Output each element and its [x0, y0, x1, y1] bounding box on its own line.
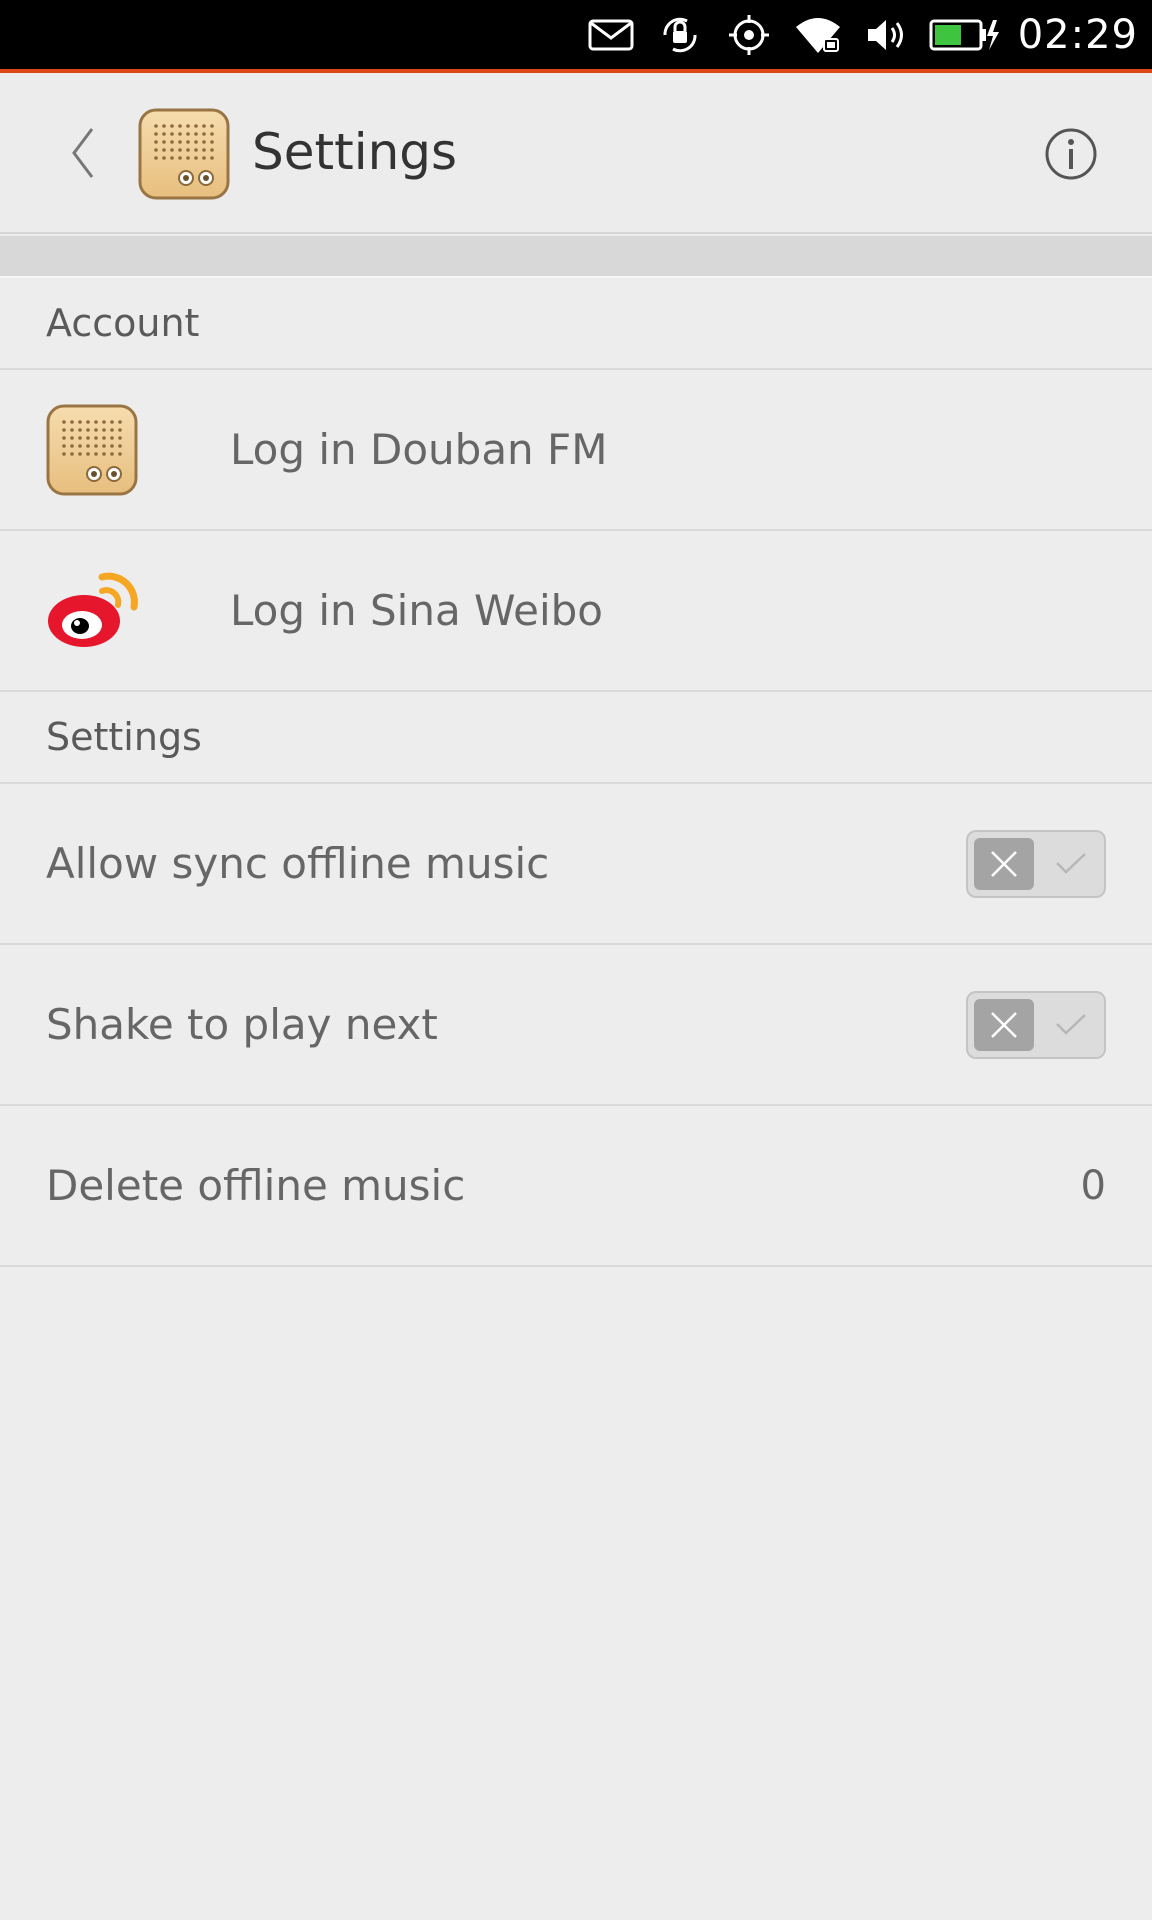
wifi-icon: [790, 10, 846, 60]
section-header-settings: Settings: [0, 692, 1152, 784]
settings-list: Account Log in Douban FM Log in Sina Wei…: [0, 278, 1152, 1267]
douban-fm-icon: [46, 404, 138, 496]
allow-sync-toggle[interactable]: [966, 829, 1106, 898]
sina-weibo-icon: [46, 565, 138, 657]
delete-offline-label: Delete offline music: [46, 1161, 466, 1210]
shake-label: Shake to play next: [46, 1000, 438, 1049]
shake-toggle[interactable]: [966, 990, 1106, 1059]
login-weibo-label: Log in Sina Weibo: [230, 586, 603, 635]
check-icon: [1054, 1011, 1088, 1041]
login-weibo-row[interactable]: Log in Sina Weibo: [0, 531, 1152, 692]
location-icon: [721, 10, 777, 60]
close-icon: [974, 998, 1034, 1051]
shake-row: Shake to play next: [0, 945, 1152, 1106]
info-icon[interactable]: [1044, 127, 1098, 181]
page-title: Settings: [252, 123, 458, 181]
allow-sync-row: Allow sync offline music: [0, 784, 1152, 945]
page-header: Settings: [0, 73, 1152, 234]
chevron-left-icon[interactable]: [64, 123, 100, 183]
douban-fm-radio-icon: [138, 108, 230, 200]
check-icon: [1054, 850, 1088, 880]
battery-charging-icon: [928, 10, 1002, 60]
close-icon: [974, 837, 1034, 890]
login-douban-label: Log in Douban FM: [230, 425, 608, 474]
login-douban-row[interactable]: Log in Douban FM: [0, 370, 1152, 531]
section-header-account: Account: [0, 278, 1152, 370]
status-clock: 02:29: [1017, 11, 1138, 58]
mail-icon: [583, 10, 639, 60]
header-divider: [0, 236, 1152, 278]
volume-icon: [859, 10, 915, 60]
delete-offline-count: 0: [1080, 1162, 1106, 1209]
delete-offline-row[interactable]: Delete offline music 0: [0, 1106, 1152, 1267]
rotation-lock-icon: [652, 10, 708, 60]
status-bar: 02:29: [0, 0, 1152, 69]
allow-sync-label: Allow sync offline music: [46, 839, 550, 888]
